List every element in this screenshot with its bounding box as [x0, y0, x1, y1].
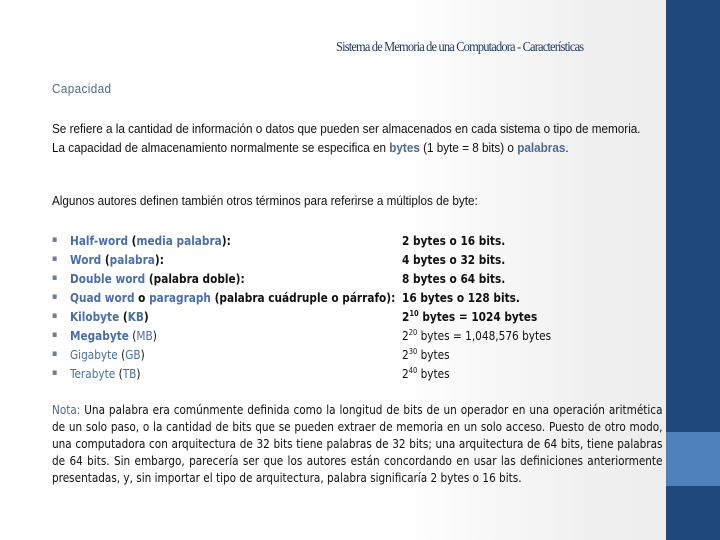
bullet-icon: ▪ — [52, 254, 58, 264]
term-name: Terabyte — [70, 366, 116, 381]
term-alias: palabra doble — [153, 271, 236, 286]
section-heading: Capacidad — [52, 82, 112, 96]
term-name: Double word — [70, 271, 146, 286]
term-bytes: bytes — [389, 140, 420, 155]
term-name: Half-word — [70, 233, 129, 248]
para1-text-mid: (1 byte = 8 bits) o — [419, 140, 518, 155]
note-label: Nota: — [52, 402, 81, 417]
term-value: 4 bytes o 32 bits. — [402, 252, 506, 267]
term-alias: MB — [136, 328, 153, 343]
bullet-icon: ▪ — [52, 273, 58, 283]
slide-title: Sistema de Memoria de una Computadora - … — [336, 39, 584, 54]
para1-text-end: . — [565, 140, 569, 155]
term-alias: palabra cuádruple o párrafo — [219, 290, 387, 305]
bullet-icon: ▪ — [52, 311, 58, 321]
multiples-intro: Algunos autores definen también otros té… — [52, 194, 478, 208]
capacity-description: Se refiere a la cantidad de información … — [52, 120, 647, 157]
term-value: 16 bytes o 128 bits. — [402, 290, 520, 305]
term-value: 210 bytes = 1024 bytes — [402, 309, 538, 324]
bullet-icon: ▪ — [52, 330, 58, 340]
term-name: Megabyte — [70, 328, 129, 343]
note-paragraph: Nota: Una palabra era comúnmente definid… — [52, 401, 663, 486]
term-palabras: palabras — [517, 140, 566, 155]
side-decoration-bar — [666, 0, 720, 540]
term-alias: KB — [127, 309, 144, 324]
note-text: Una palabra era comúnmente definida como… — [52, 402, 663, 485]
bullet-icon: ▪ — [52, 235, 58, 245]
bullet-icon: ▪ — [52, 368, 58, 378]
side-accent-block — [666, 432, 720, 486]
term-name: Gigabyte — [70, 347, 118, 362]
term-value: 220 bytes = 1,048,576 bytes — [402, 328, 552, 343]
term-alias: GB — [125, 347, 141, 362]
bullet-icon: ▪ — [52, 349, 58, 359]
term-value: 240 bytes — [402, 366, 450, 381]
term-name: Quad word — [70, 290, 135, 305]
term-value: 8 bytes o 64 bits. — [402, 271, 506, 286]
term-alias: palabra — [109, 252, 155, 267]
term-alias: media palabra — [136, 233, 222, 248]
term-value: 2 bytes o 16 bits. — [402, 233, 506, 248]
term-name: Word — [70, 252, 102, 267]
term-name-alt: paragraph — [149, 290, 211, 305]
term-alias: TB — [122, 366, 137, 381]
term-value: 230 bytes — [402, 347, 450, 362]
term-name: Kilobyte — [70, 309, 120, 324]
bullet-icon: ▪ — [52, 292, 58, 302]
